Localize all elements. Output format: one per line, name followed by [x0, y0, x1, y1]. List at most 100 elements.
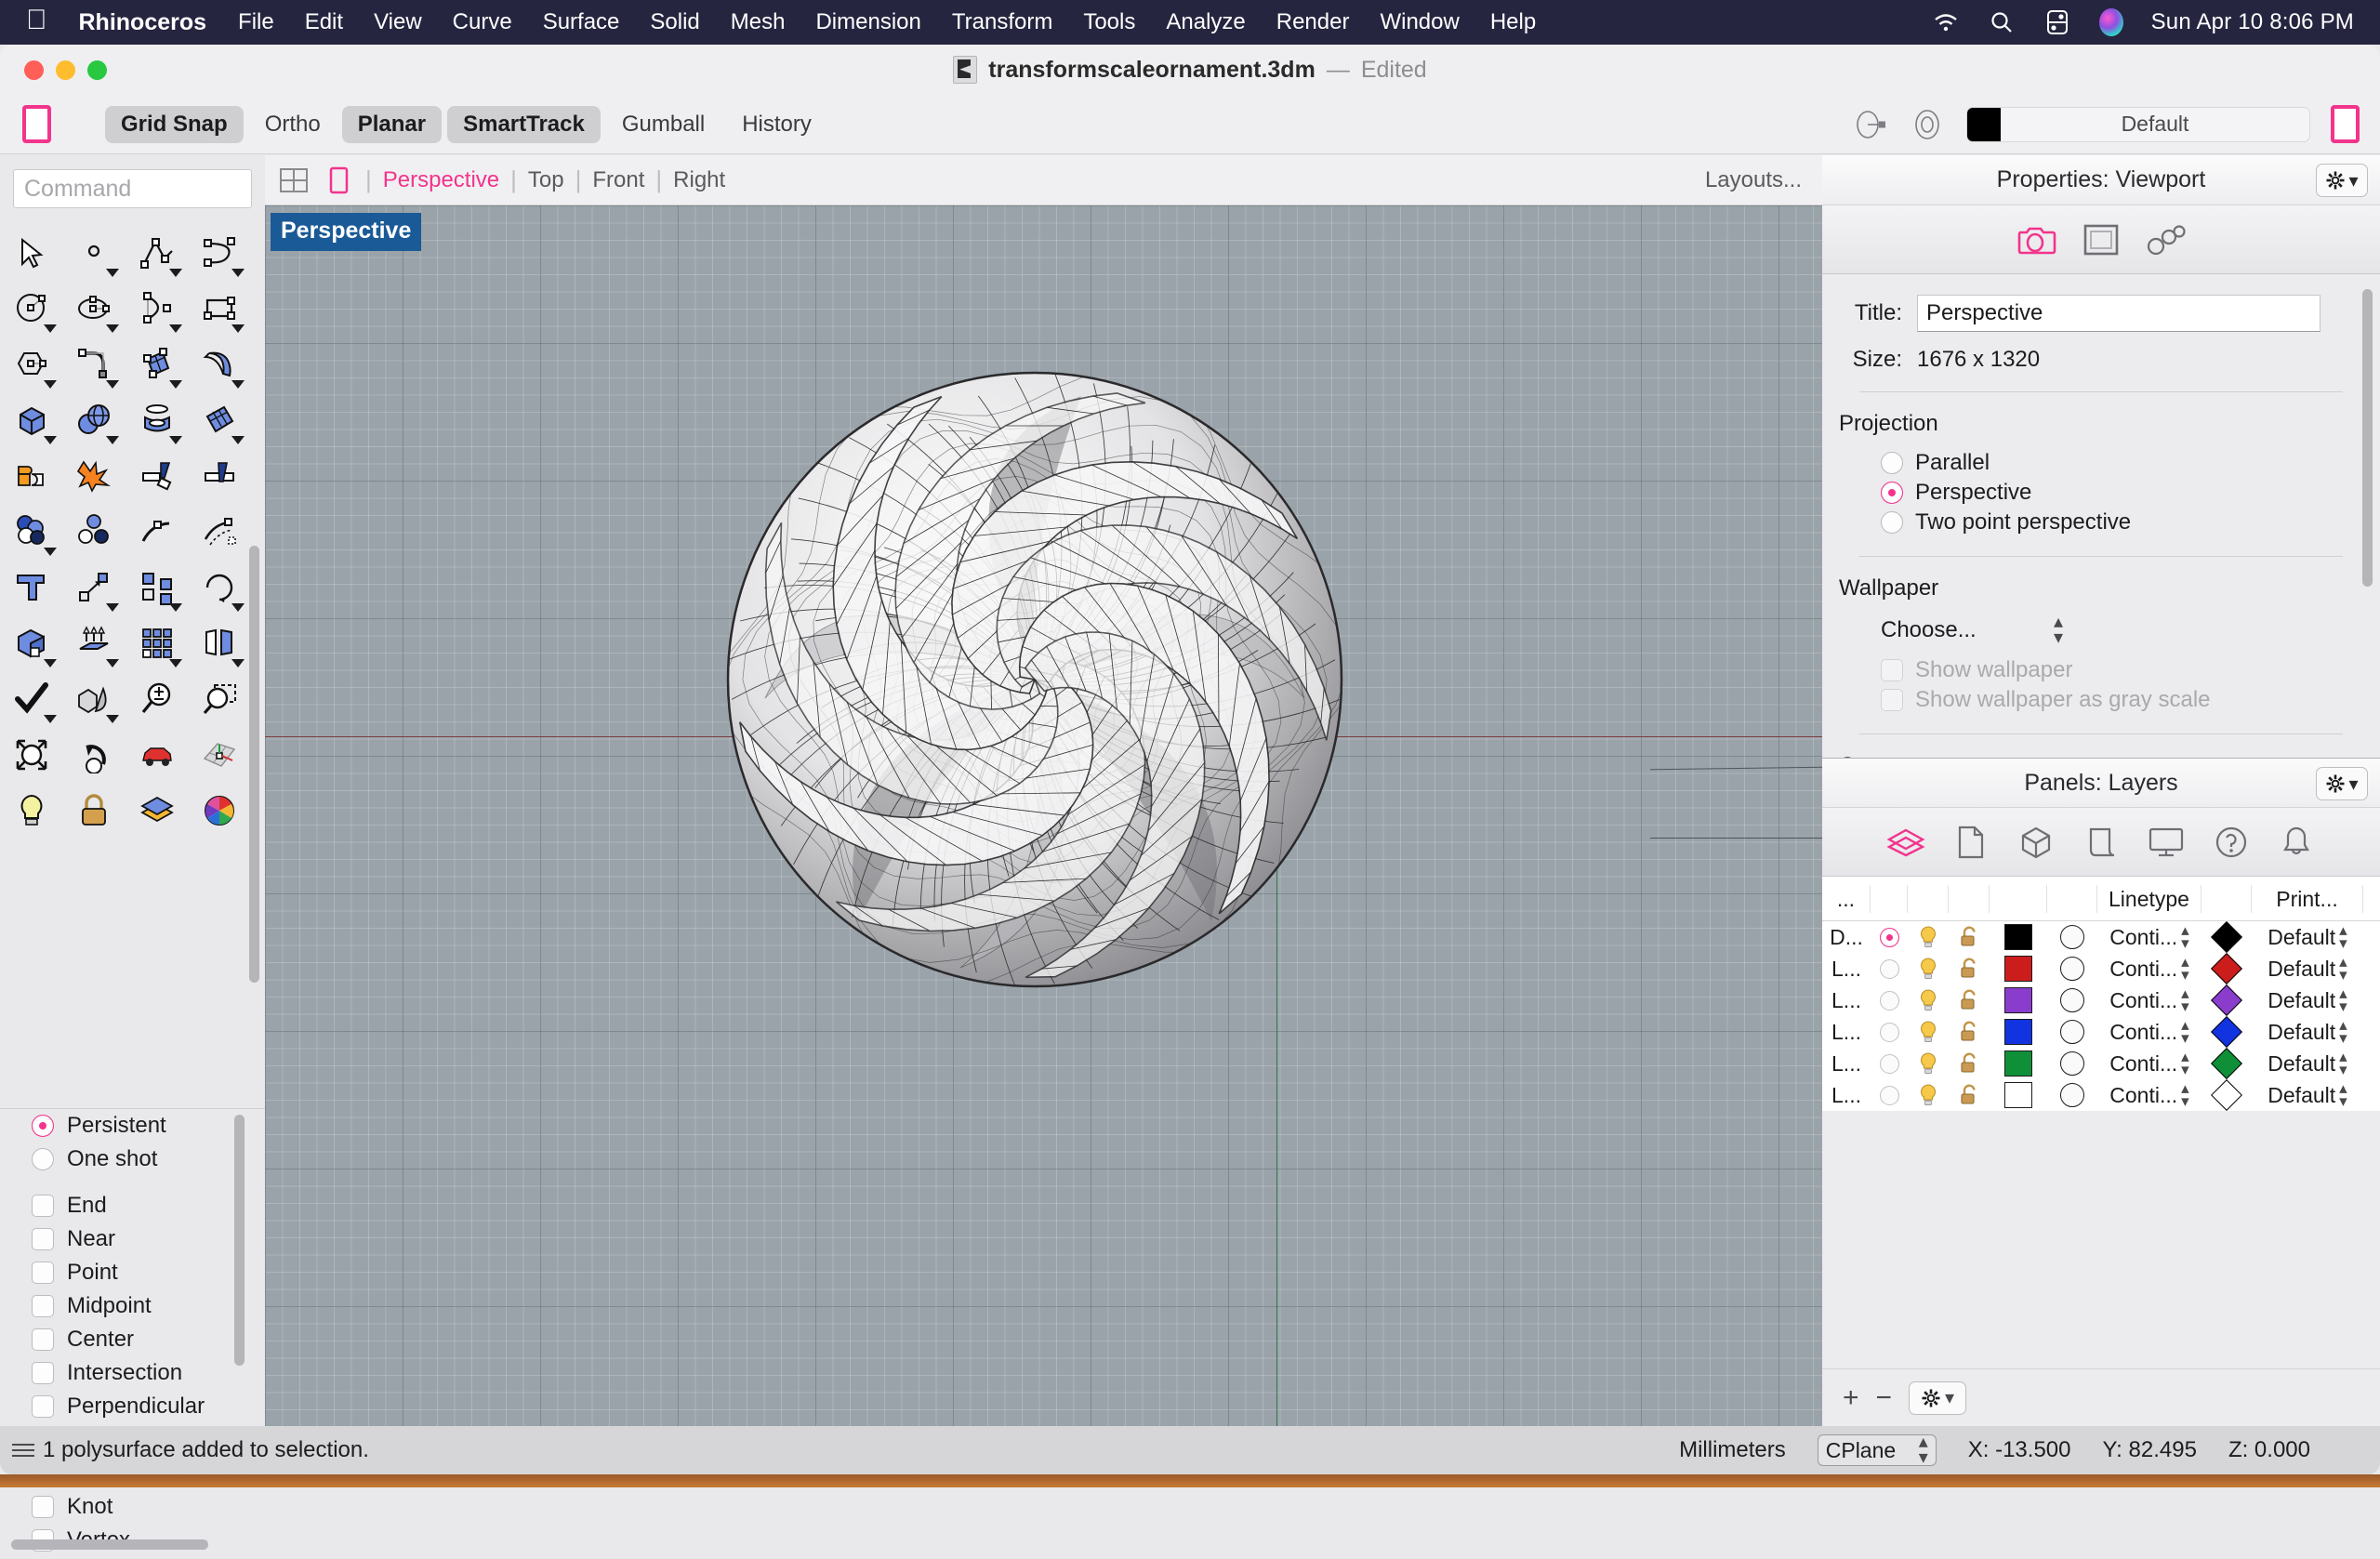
layer-state-icon[interactable]	[1909, 106, 1946, 143]
layer-current-radio[interactable]	[1871, 1022, 1908, 1042]
layer-material-swatch[interactable]	[2047, 1020, 2097, 1044]
status-menu-icon[interactable]	[12, 1444, 34, 1457]
menu-solid[interactable]: Solid	[650, 9, 699, 35]
notifications-icon[interactable]	[2275, 821, 2318, 864]
tab-top[interactable]: Top	[528, 167, 564, 193]
menu-tools[interactable]: Tools	[1083, 9, 1135, 35]
table-row[interactable]: L... Conti... ▴ ▾ Default ▴ ▾	[1822, 953, 2380, 984]
layer-material-swatch[interactable]	[2047, 925, 2097, 949]
box-tool-icon[interactable]	[5, 393, 59, 447]
blend-surface-icon[interactable]	[5, 505, 59, 559]
properties-scrollbar[interactable]	[2362, 289, 2373, 587]
radio-parallel-icon[interactable]	[1881, 452, 1903, 474]
layer-current-radio[interactable]	[1871, 1085, 1908, 1105]
point-tool-icon[interactable]	[67, 226, 121, 280]
layer-print-width-dropdown[interactable]: Default ▴ ▾	[2252, 1017, 2363, 1046]
layers-gear-button[interactable]: ▾	[2316, 767, 2368, 800]
checkbox-end-icon[interactable]	[32, 1195, 54, 1217]
layer-linetype-dropdown[interactable]: Conti... ▴ ▾	[2097, 954, 2202, 983]
menu-dimension[interactable]: Dimension	[815, 9, 920, 35]
perspective-viewport[interactable]: Perspective z x y	[265, 205, 1822, 1426]
explode-icon[interactable]	[67, 449, 121, 503]
toggle-gumball[interactable]: Gumball	[606, 106, 721, 143]
table-row[interactable]: L... Conti... ▴ ▾ Default ▴ ▾	[1822, 1048, 2380, 1079]
layer-visibility-toggle[interactable]	[1908, 1051, 1949, 1076]
extrude-curve-icon[interactable]	[192, 337, 246, 391]
layer-linetype-dropdown[interactable]: Conti... ▴ ▾	[2097, 1017, 2202, 1046]
ellipse-tool-icon[interactable]	[67, 282, 121, 336]
left-panel-toggle-icon[interactable]	[22, 105, 51, 143]
layer-print-width-dropdown[interactable]: Default ▴ ▾	[2252, 954, 2363, 983]
layer-print-width-dropdown[interactable]: Default ▴ ▾	[2252, 922, 2363, 951]
named-views-icon[interactable]	[2080, 821, 2122, 864]
polygon-tool-icon[interactable]	[5, 337, 59, 391]
radio-current-layer-icon[interactable]	[1879, 958, 1899, 979]
zoom-tool-icon[interactable]	[130, 672, 184, 726]
layer-tool-icon[interactable]	[130, 784, 184, 838]
text-tool-icon[interactable]	[5, 561, 59, 614]
layer-current-radio[interactable]	[1871, 1053, 1908, 1074]
camera-icon[interactable]	[2015, 218, 2057, 261]
layer-print-width-dropdown[interactable]: Default ▴ ▾	[2252, 985, 2363, 1014]
color-wheel-icon[interactable]	[192, 784, 246, 838]
layer-print-color-swatch[interactable]	[2202, 1079, 2252, 1111]
extrude-planar-icon[interactable]	[67, 616, 121, 670]
checkbox-point-icon[interactable]	[32, 1262, 54, 1284]
osnap-near[interactable]: Near	[0, 1222, 265, 1256]
cylinder-tool-icon[interactable]	[130, 393, 184, 447]
add-layer-button[interactable]: +	[1843, 1382, 1859, 1414]
radio-oneshot-icon[interactable]	[32, 1148, 54, 1170]
layer-linetype-dropdown[interactable]: Conti... ▴ ▾	[2097, 1080, 2202, 1109]
osnap-vertical-scrollbar[interactable]	[234, 1115, 245, 1366]
curve-tool-icon[interactable]	[192, 226, 246, 280]
apple-logo-icon[interactable]: 	[26, 7, 47, 34]
object-icon[interactable]	[2015, 821, 2057, 864]
projection-parallel[interactable]: Parallel	[1822, 448, 2380, 478]
toggle-ortho[interactable]: Ortho	[249, 106, 337, 143]
layer-color-swatch[interactable]	[1990, 1050, 2047, 1077]
zoom-window-icon[interactable]	[192, 672, 246, 726]
radio-current-layer-icon[interactable]	[1879, 990, 1899, 1011]
osnap-horizontal-scrollbar[interactable]	[11, 1539, 208, 1550]
column-header-linetype[interactable]: Linetype	[2097, 884, 2202, 913]
check-tool-icon[interactable]	[5, 672, 59, 726]
layer-color-swatch[interactable]	[1990, 1019, 2047, 1045]
column-header-visible[interactable]	[1908, 884, 1949, 913]
menu-transform[interactable]: Transform	[952, 9, 1052, 35]
layer-name[interactable]: L...	[1822, 957, 1871, 982]
checkbox-near-icon[interactable]	[32, 1228, 54, 1250]
layer-current-radio[interactable]	[1871, 990, 1908, 1011]
toggle-smarttrack[interactable]: SmartTrack	[447, 105, 601, 143]
rectangle-tool-icon[interactable]	[192, 282, 246, 336]
toggle-grid-snap[interactable]: Grid Snap	[105, 105, 244, 143]
projection-two-point[interactable]: Two point perspective	[1822, 508, 2380, 537]
radio-persistent-icon[interactable]	[32, 1115, 54, 1137]
mirror-tool-icon[interactable]	[192, 616, 246, 670]
layer-print-color-swatch[interactable]	[2202, 984, 2252, 1016]
wallpaper-choose-dropdown[interactable]: Choose... ▴ ▾	[1881, 613, 2063, 648]
checkbox-show-wallpaper-icon[interactable]	[1881, 659, 1903, 681]
layer-visibility-toggle[interactable]	[1908, 1020, 1949, 1044]
lock-tool-icon[interactable]	[67, 784, 121, 838]
set-object-layer-icon[interactable]	[1851, 106, 1888, 143]
column-header-print-color[interactable]	[2202, 884, 2252, 913]
split-icon[interactable]	[130, 449, 184, 503]
surface-mesh-icon[interactable]	[192, 393, 246, 447]
tab-front[interactable]: Front	[592, 167, 644, 193]
osnap-knot[interactable]: Knot	[0, 1490, 265, 1524]
menu-surface[interactable]: Surface	[543, 9, 620, 35]
viewport-name-label[interactable]: Perspective	[271, 213, 422, 251]
menu-file[interactable]: File	[238, 9, 274, 35]
layer-color-swatch[interactable]	[1990, 956, 2047, 982]
column-header-lock[interactable]	[1949, 884, 1990, 913]
layer-current-radio[interactable]	[1871, 958, 1908, 979]
layer-name[interactable]: L...	[1822, 988, 1871, 1013]
layer-material-swatch[interactable]	[2047, 988, 2097, 1012]
cplane-selector[interactable]: CPlane ▴ ▾	[1817, 1433, 1937, 1467]
properties-icon[interactable]	[1950, 821, 1992, 864]
layer-lock-toggle[interactable]	[1949, 1020, 1990, 1044]
zoom-extents-icon[interactable]	[5, 728, 59, 782]
table-row[interactable]: D... Conti... ▴ ▾ Default ▴ ▾	[1822, 921, 2380, 953]
menu-edit[interactable]: Edit	[305, 9, 343, 35]
menu-curve[interactable]: Curve	[453, 9, 512, 35]
